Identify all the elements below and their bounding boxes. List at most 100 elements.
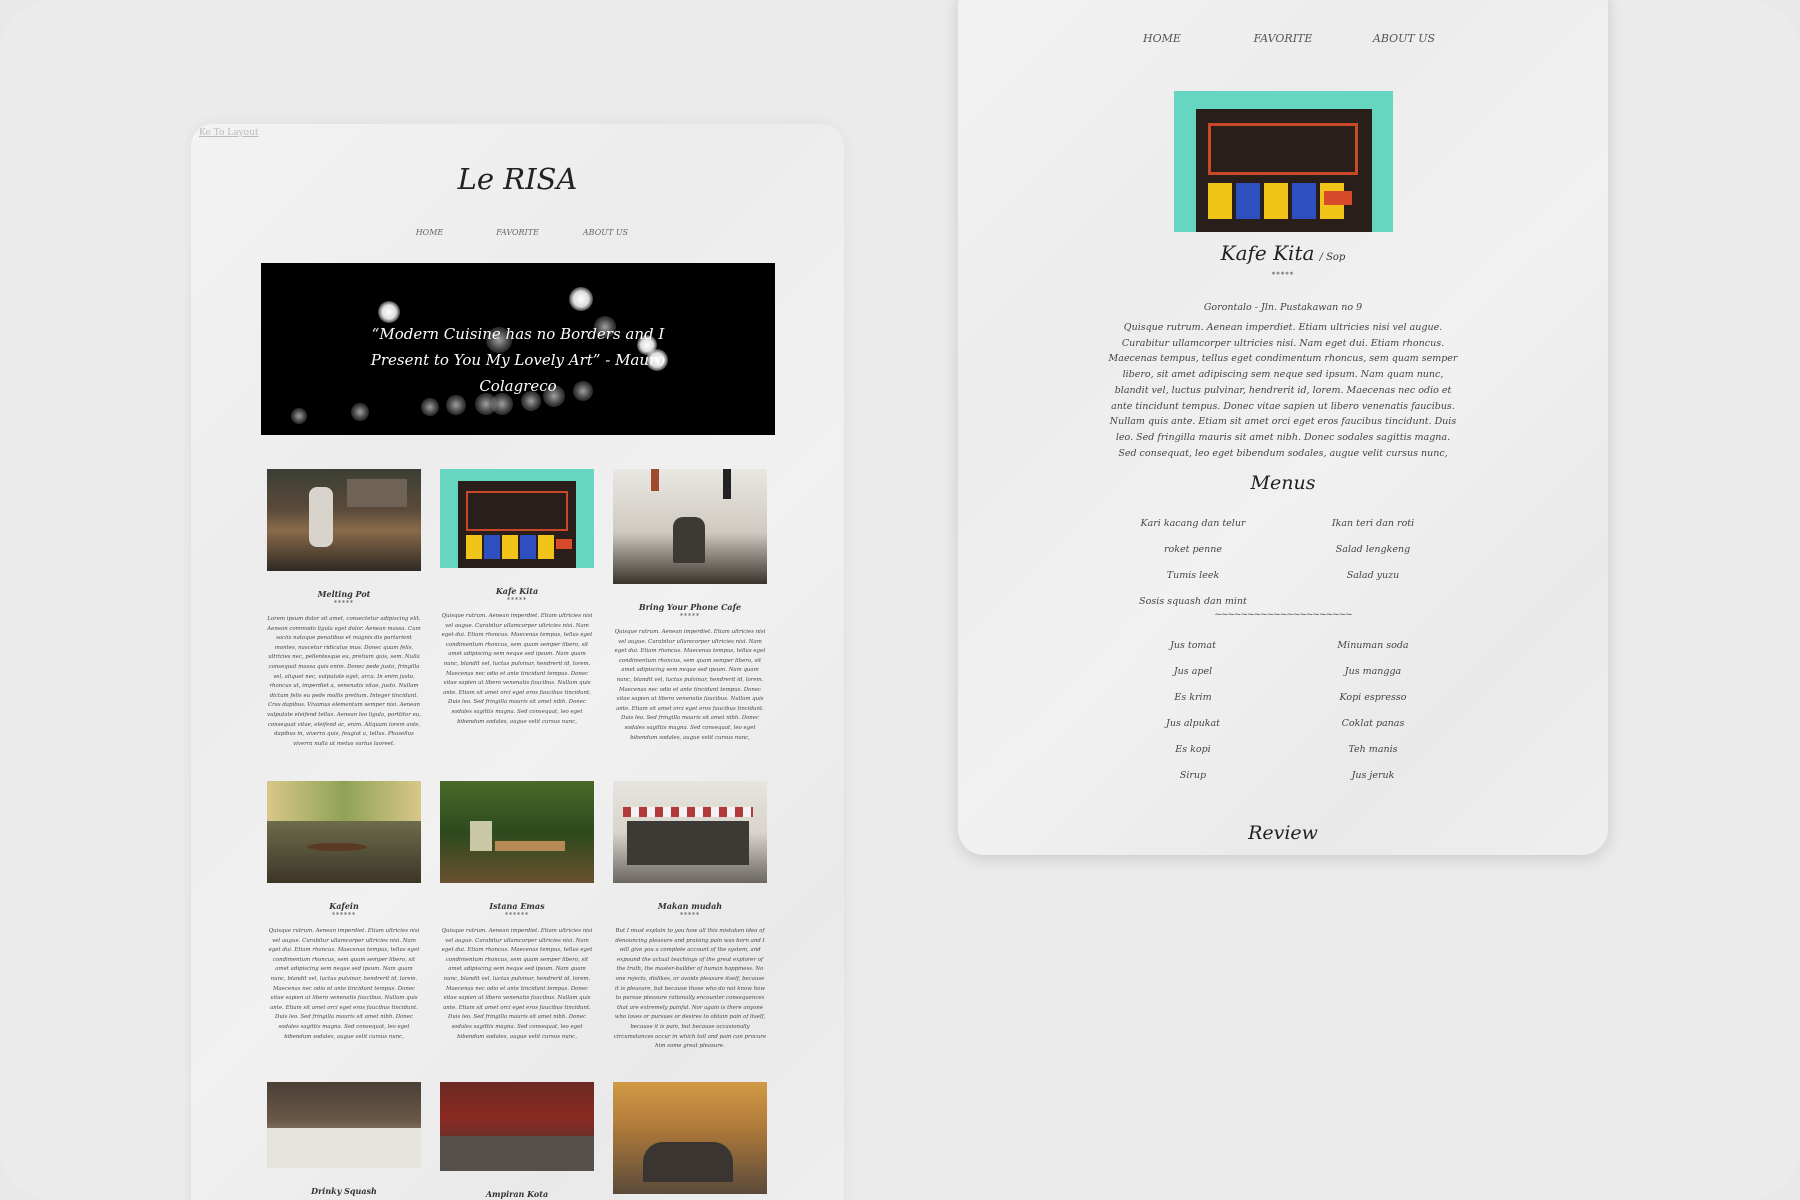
street <box>440 1136 594 1171</box>
restaurant-card-ampiran-kota[interactable]: Ampiran Kota <box>440 1082 594 1199</box>
restaurant-photo <box>613 1082 767 1194</box>
restaurant-card-drinky-squash[interactable]: Drinky Squash <box>267 1082 421 1196</box>
card-title: Istana Emas <box>489 901 545 911</box>
restaurant-card-melting-pot[interactable]: Melting Pot ***** Lorem ipsum dolor sit … <box>267 469 421 749</box>
rating-stars: ***** <box>507 597 527 604</box>
yellow-panel <box>538 535 554 559</box>
restaurant-photo <box>267 781 421 883</box>
menu-item: Kopi espresso <box>1339 692 1407 703</box>
site-logo[interactable]: Le RISA <box>191 162 844 196</box>
menu-item: Teh manis <box>1348 744 1398 755</box>
detail-nav: HOME FAVORITE ABOUT US <box>958 32 1608 45</box>
bokeh-light <box>378 301 400 323</box>
rating-stars: ***** <box>680 613 700 620</box>
card-title: Bring Your Phone Cafe <box>638 602 742 612</box>
restaurant-photo <box>267 1082 421 1168</box>
restaurant-photo <box>440 469 594 568</box>
menu-board <box>470 821 492 851</box>
yellow-panel <box>1264 183 1288 219</box>
restaurant-photo <box>440 1082 594 1171</box>
pendant-lamp <box>651 469 659 491</box>
restaurant-detail-preview: HOME FAVORITE ABOUT US Kafe Kita / Sop *… <box>958 0 1608 855</box>
hero-banner: “Modern Cuisine has no Borders and I Pre… <box>261 263 775 435</box>
card-description: Quisque rutrum. Aenean imperdiet. Etiam … <box>268 928 420 1040</box>
card-description: Quisque rutrum. Aenean imperdiet. Etiam … <box>441 613 593 725</box>
card-title: Makan mudah <box>657 901 723 911</box>
hero-quote: “Modern Cuisine has no Borders and I Pre… <box>370 325 666 395</box>
card-title: Kafein <box>329 901 359 911</box>
menu-item: Ikan teri dan roti <box>1331 518 1415 529</box>
bokeh-light <box>351 403 369 421</box>
nav-home[interactable]: HOME <box>1102 32 1223 45</box>
card-description: Quisque rutrum. Aenean imperdiet. Etiam … <box>614 629 766 741</box>
card-description: But I must explain to you how all this m… <box>613 928 767 1050</box>
restaurant-card-istana-emas[interactable]: Istana Emas ****** Quisque rutrum. Aenea… <box>440 781 594 1042</box>
diners <box>643 1142 733 1182</box>
blue-panel <box>520 535 536 559</box>
menu-item: roket penne <box>1163 544 1223 555</box>
menu-item: Coklat panas <box>1341 718 1405 729</box>
menu-item: Salad lengkeng <box>1335 544 1411 555</box>
card-description: Quisque rutrum. Aenean imperdiet. Etiam … <box>441 928 593 1040</box>
window-grid <box>1208 123 1358 175</box>
nav-home[interactable]: HOME <box>386 228 474 237</box>
restaurant-card-kafe-kita[interactable]: Kafe Kita ***** Quisque rutrum. Aenean i… <box>440 469 594 727</box>
menu-item: Jus jeruk <box>1351 770 1395 781</box>
restaurant-photo <box>613 781 767 883</box>
nav-about-us[interactable]: ABOUT US <box>562 228 650 237</box>
blue-panel <box>484 535 500 559</box>
restaurant-name: Kafe Kita <box>1220 241 1315 265</box>
restaurant-photo <box>267 469 421 571</box>
shelf <box>347 479 407 507</box>
restaurant-card-bring-your-phone-cafe[interactable]: Bring Your Phone Cafe ***** Quisque rutr… <box>613 469 767 743</box>
menu-item: Jus mangga <box>1344 666 1402 677</box>
bokeh-light <box>291 408 307 424</box>
card-title: Melting Pot <box>317 589 371 599</box>
rating-stars: ***** <box>334 600 354 607</box>
menu-item: Jus alpukat <box>1166 718 1220 729</box>
rating-stars: ****** <box>332 912 356 919</box>
restaurant-hero-photo <box>1174 91 1393 232</box>
yellow-panel <box>466 535 482 559</box>
blue-panel <box>1292 183 1316 219</box>
bokeh-light <box>569 287 593 311</box>
menu-item: Kari kacang dan telur <box>1140 518 1246 529</box>
person-silhouette <box>673 517 705 563</box>
rating-stars: ***** <box>1271 271 1295 279</box>
plants <box>267 781 421 821</box>
menu-item: Jus apel <box>1173 666 1213 677</box>
storefront <box>627 821 749 865</box>
restaurant-card-kafein[interactable]: Kafein ****** Quisque rutrum. Aenean imp… <box>267 781 421 1042</box>
card-title: Drinky Squash <box>311 1186 377 1196</box>
food-menu-list: Kari kacang dan telur Ikan teri dan roti… <box>1103 517 1463 621</box>
nav-about-us[interactable]: ABOUT US <box>1344 32 1465 45</box>
menu-item: Tumis leek <box>1166 570 1220 581</box>
pendant-lamp <box>723 469 731 499</box>
restaurant-address: Gorontalo - Jln. Pustakawan no 9 <box>1203 302 1363 313</box>
blue-panel <box>1236 183 1260 219</box>
nav-favorite[interactable]: FAVORITE <box>474 228 562 237</box>
restaurant-category: / Sop <box>1319 252 1346 263</box>
striped-awning <box>623 807 753 817</box>
restaurant-card-street-cafe[interactable] <box>613 1082 767 1194</box>
card-title: Ampiran Kota <box>485 1189 549 1199</box>
menu-divider: ~~~~~~~~~~~~~~~~~~~~~ <box>1214 610 1352 620</box>
menu-item: Es krim <box>1174 692 1212 703</box>
menu-item: Sirup <box>1179 770 1207 781</box>
restaurant-photo <box>613 469 767 584</box>
home-page-preview: Ke To Layout Le RISA HOME FAVORITE ABOUT… <box>191 124 844 1200</box>
menus-heading: Menus <box>1250 472 1316 494</box>
rating-stars: ****** <box>505 912 529 919</box>
table <box>495 841 565 851</box>
menu-item: Salad yuzu <box>1346 570 1400 581</box>
nav-favorite[interactable]: FAVORITE <box>1223 32 1344 45</box>
rating-stars: ***** <box>680 912 700 919</box>
card-title: Kafe Kita <box>495 586 539 596</box>
review-heading: Review <box>1248 822 1318 844</box>
top-link[interactable]: Ke To Layout <box>199 128 259 138</box>
yellow-panel <box>1208 183 1232 219</box>
showcase-frame: Ke To Layout Le RISA HOME FAVORITE ABOUT… <box>0 0 1800 1200</box>
yellow-panel <box>502 535 518 559</box>
restaurant-card-makan-mudah[interactable]: Makan mudah ***** But I must explain to … <box>613 781 767 1052</box>
window-grid <box>466 491 568 531</box>
